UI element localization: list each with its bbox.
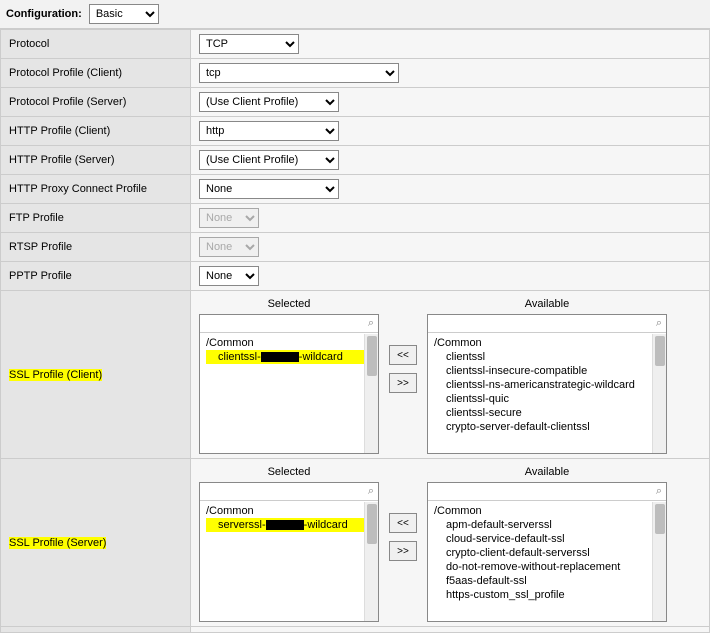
ssl-server-selected-title: Selected: [268, 463, 311, 482]
list-item[interactable]: do-not-remove-without-replacement: [434, 560, 660, 574]
ssl-client-available-title: Available: [525, 295, 569, 314]
list-item[interactable]: clientssl: [434, 350, 660, 364]
ssl-server-available-list[interactable]: ⌕ /Common apm-default-serverssl cloud-se…: [427, 482, 667, 622]
search-icon[interactable]: ⌕: [368, 317, 374, 330]
list-item[interactable]: clientssl-insecure-compatible: [434, 364, 660, 378]
protocol-select[interactable]: TCP: [199, 34, 299, 54]
search-icon[interactable]: ⌕: [656, 485, 662, 498]
list-group: /Common: [206, 504, 372, 518]
config-select[interactable]: Basic: [89, 4, 159, 24]
row-label-ssl-server: SSL Profile (Server): [1, 459, 191, 627]
list-group: /Common: [206, 336, 372, 350]
list-item[interactable]: crypto-client-default-serverssl: [434, 546, 660, 560]
row-label-ssl-client: SSL Profile (Client): [1, 291, 191, 459]
redacted-text: [261, 352, 299, 362]
list-item[interactable]: cloud-service-default-ssl: [434, 532, 660, 546]
row-label-http-profile-client: HTTP Profile (Client): [1, 117, 191, 146]
list-group: /Common: [434, 504, 660, 518]
row-label-http-proxy-connect: HTTP Proxy Connect Profile: [1, 175, 191, 204]
scrollbar[interactable]: [364, 502, 378, 621]
config-table: Protocol TCP Protocol Profile (Client) t…: [0, 29, 710, 633]
rtsp-profile-select: None: [199, 237, 259, 257]
move-right-button[interactable]: >>: [389, 373, 417, 393]
ftp-profile-select: None: [199, 208, 259, 228]
list-item[interactable]: https-custom_ssl_profile: [434, 588, 660, 602]
list-item[interactable]: clientssl--wildcard: [206, 350, 372, 364]
row-label-empty: [1, 627, 191, 633]
list-item[interactable]: apm-default-serverssl: [434, 518, 660, 532]
http-profile-server-select[interactable]: (Use Client Profile): [199, 150, 339, 170]
ssl-server-picker: Selected ⌕ /Common serverssl--wildcard <…: [199, 463, 701, 622]
move-left-button[interactable]: <<: [389, 345, 417, 365]
protocol-profile-server-select[interactable]: (Use Client Profile): [199, 92, 339, 112]
config-header: Configuration: Basic: [0, 0, 710, 29]
scrollbar[interactable]: [652, 502, 666, 621]
row-label-rtsp-profile: RTSP Profile: [1, 233, 191, 262]
row-label-pptp-profile: PPTP Profile: [1, 262, 191, 291]
scrollbar[interactable]: [652, 334, 666, 453]
list-item[interactable]: f5aas-default-ssl: [434, 574, 660, 588]
list-group: /Common: [434, 336, 660, 350]
list-item[interactable]: crypto-server-default-clientssl: [434, 420, 660, 434]
move-left-button[interactable]: <<: [389, 513, 417, 533]
list-item[interactable]: clientssl-quic: [434, 392, 660, 406]
pptp-profile-select[interactable]: None: [199, 266, 259, 286]
row-label-protocol: Protocol: [1, 30, 191, 59]
redacted-text: [266, 520, 304, 530]
row-label-protocol-profile-server: Protocol Profile (Server): [1, 88, 191, 117]
ssl-client-selected-list[interactable]: ⌕ /Common clientssl--wildcard: [199, 314, 379, 454]
search-icon[interactable]: ⌕: [368, 485, 374, 498]
list-item[interactable]: clientssl-ns-americanstrategic-wildcard: [434, 378, 660, 392]
config-label: Configuration:: [6, 8, 82, 20]
ssl-client-available-list[interactable]: ⌕ /Common clientssl clientssl-insecure-c…: [427, 314, 667, 454]
row-label-http-profile-server: HTTP Profile (Server): [1, 146, 191, 175]
ssl-client-picker: Selected ⌕ /Common clientssl--wildcard <…: [199, 295, 701, 454]
ssl-client-selected-title: Selected: [268, 295, 311, 314]
move-right-button[interactable]: >>: [389, 541, 417, 561]
http-proxy-connect-select[interactable]: None: [199, 179, 339, 199]
search-icon[interactable]: ⌕: [656, 317, 662, 330]
list-item[interactable]: clientssl-secure: [434, 406, 660, 420]
row-label-ftp-profile: FTP Profile: [1, 204, 191, 233]
ssl-server-selected-list[interactable]: ⌕ /Common serverssl--wildcard: [199, 482, 379, 622]
row-label-protocol-profile-client: Protocol Profile (Client): [1, 59, 191, 88]
scrollbar[interactable]: [364, 334, 378, 453]
protocol-profile-client-select[interactable]: tcp: [199, 63, 399, 83]
list-item[interactable]: serverssl--wildcard: [206, 518, 372, 532]
http-profile-client-select[interactable]: http: [199, 121, 339, 141]
ssl-server-available-title: Available: [525, 463, 569, 482]
